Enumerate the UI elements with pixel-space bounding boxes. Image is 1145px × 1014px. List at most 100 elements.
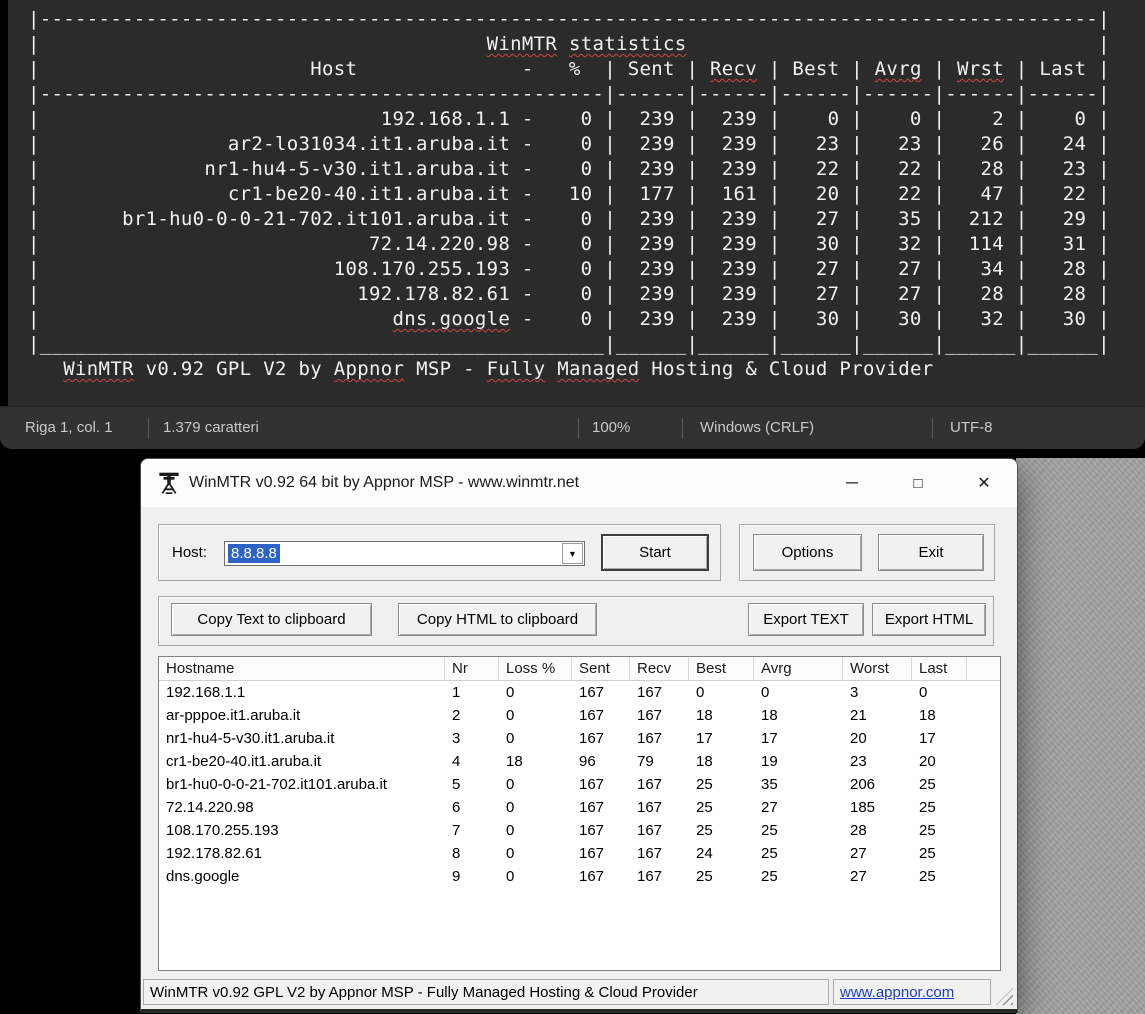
table-row[interactable]: nr1-hu4-5-v30.it1.aruba.it 3 0 167 167 17 17 20… bbox=[159, 727, 1000, 750]
copy-text-button[interactable]: Copy Text to clipboard bbox=[171, 603, 372, 636]
column-header[interactable]: Last bbox=[912, 657, 967, 681]
table-cell: 8 bbox=[452, 845, 461, 862]
column-header[interactable]: Hostname bbox=[159, 657, 445, 681]
column-header[interactable]: Worst bbox=[843, 657, 912, 681]
resize-grip[interactable] bbox=[996, 988, 1013, 1005]
table-cell: 192.178.82.61 bbox=[166, 845, 262, 862]
editor-line: |_______________________________________… bbox=[28, 333, 1110, 355]
table-cell: 185 bbox=[850, 799, 876, 816]
table-cell: 25 bbox=[919, 799, 936, 816]
winmtr-window: WinMTR v0.92 64 bit by Appnor MSP - www.… bbox=[140, 458, 1018, 1013]
table-row[interactable]: 108.170.255.193 7 0 167 167 25 25 28 25 bbox=[159, 819, 1000, 842]
editor-line: | ar2-lo31034.it1.aruba.it - 0 | 239 | 2… bbox=[28, 133, 1110, 155]
table-cell: 0 bbox=[506, 822, 515, 839]
table-cell: 20 bbox=[850, 730, 867, 747]
table-cell: 167 bbox=[579, 822, 605, 839]
cursor-position: Riga 1, col. 1 bbox=[25, 419, 113, 436]
table-cell: 17 bbox=[696, 730, 713, 747]
table-cell: 25 bbox=[696, 822, 713, 839]
table-cell: 0 bbox=[919, 684, 928, 701]
editor-line: | dns.google - 0 | 239 | 239 | 30 | 30 |… bbox=[28, 308, 1110, 330]
table-row[interactable]: cr1-be20-40.it1.aruba.it 4 18 96 79 18 19 23 20 bbox=[159, 750, 1000, 773]
table-cell: 6 bbox=[452, 799, 461, 816]
copy-html-button[interactable]: Copy HTML to clipboard bbox=[398, 603, 597, 636]
table-cell: 167 bbox=[579, 684, 605, 701]
column-header[interactable]: Loss % bbox=[499, 657, 572, 681]
editor-line: | 192.168.1.1 - 0 | 239 | 239 | 0 | 0 | … bbox=[28, 108, 1110, 130]
table-row[interactable]: ar-pppoe.it1.aruba.it 2 0 167 167 18 18 21 18 bbox=[159, 704, 1000, 727]
column-header[interactable]: Avrg bbox=[754, 657, 843, 681]
host-label: Host: bbox=[172, 544, 208, 561]
table-cell: 35 bbox=[761, 776, 778, 793]
table-cell: 24 bbox=[696, 845, 713, 862]
editor-line: | Host - % | Sent | Recv | Best | Avrg |… bbox=[28, 58, 1110, 80]
table-cell: 27 bbox=[850, 845, 867, 862]
column-header[interactable]: Best bbox=[689, 657, 754, 681]
table-cell: dns.google bbox=[166, 868, 240, 885]
table-cell: 19 bbox=[761, 753, 778, 770]
table-cell: 0 bbox=[506, 684, 515, 701]
desktop-wallpaper bbox=[1016, 458, 1145, 1014]
table-cell: 0 bbox=[506, 868, 515, 885]
table-cell: 0 bbox=[761, 684, 770, 701]
appnor-link[interactable]: www.appnor.com bbox=[840, 984, 954, 1001]
table-cell: 0 bbox=[506, 707, 515, 724]
table-cell: 20 bbox=[919, 753, 936, 770]
column-header-stub bbox=[967, 657, 1000, 681]
table-cell: br1-hu0-0-0-21-702.it101.aruba.it bbox=[166, 776, 387, 793]
table-cell: 18 bbox=[696, 753, 713, 770]
table-cell: 79 bbox=[637, 753, 654, 770]
options-button[interactable]: Options bbox=[753, 534, 862, 571]
table-cell: 167 bbox=[579, 868, 605, 885]
statusbar-text: WinMTR v0.92 GPL V2 by Appnor MSP - Full… bbox=[143, 979, 829, 1005]
minimize-button[interactable]: ─ bbox=[819, 459, 885, 507]
table-cell: 25 bbox=[761, 868, 778, 885]
exit-button[interactable]: Exit bbox=[878, 534, 984, 571]
table-cell: nr1-hu4-5-v30.it1.aruba.it bbox=[166, 730, 335, 747]
results-listview: Hostname Nr Loss % Sent Recv Best Avrg Worst Las… bbox=[158, 656, 1001, 971]
table-cell: 25 bbox=[696, 776, 713, 793]
column-header[interactable]: Nr bbox=[445, 657, 499, 681]
export-text-button[interactable]: Export TEXT bbox=[748, 603, 864, 636]
table-cell: 167 bbox=[637, 868, 663, 885]
table-cell: 167 bbox=[637, 776, 663, 793]
editor-line: | 192.178.82.61 - 0 | 239 | 239 | 27 | 2… bbox=[28, 283, 1110, 305]
table-cell: 25 bbox=[761, 822, 778, 839]
table-row[interactable]: dns.google 9 0 167 167 25 25 27 25 bbox=[159, 865, 1000, 888]
statusbar-divider bbox=[148, 418, 149, 439]
winmtr-statusbar: WinMTR v0.92 GPL V2 by Appnor MSP - Full… bbox=[143, 979, 1015, 1006]
host-combobox[interactable]: 8.8.8.8 ▼ bbox=[224, 541, 585, 566]
table-cell: 206 bbox=[850, 776, 876, 793]
column-header[interactable]: Sent bbox=[572, 657, 630, 681]
table-row[interactable]: 192.178.82.61 8 0 167 167 24 25 27 25 bbox=[159, 842, 1000, 865]
chevron-down-icon[interactable]: ▼ bbox=[562, 543, 583, 564]
zoom-level[interactable]: 100% bbox=[592, 407, 630, 449]
table-cell: 167 bbox=[637, 822, 663, 839]
column-header[interactable]: Recv bbox=[630, 657, 689, 681]
table-cell: 0 bbox=[506, 845, 515, 862]
table-cell: 167 bbox=[579, 730, 605, 747]
table-cell: 18 bbox=[506, 753, 523, 770]
close-button[interactable]: ✕ bbox=[951, 459, 1017, 507]
table-row[interactable]: 72.14.220.98 6 0 167 167 25 27 185 25 bbox=[159, 796, 1000, 819]
editor-text: |---------------------------------------… bbox=[28, 7, 1145, 382]
host-input-value[interactable]: 8.8.8.8 bbox=[228, 544, 280, 563]
table-row[interactable]: 192.168.1.1 1 0 167 167 0 0 3 0 bbox=[159, 681, 1000, 704]
table-cell: 17 bbox=[761, 730, 778, 747]
table-cell: 25 bbox=[919, 845, 936, 862]
table-cell: 17 bbox=[919, 730, 936, 747]
table-row[interactable]: br1-hu0-0-0-21-702.it101.aruba.it 5 0 167 16… bbox=[159, 773, 1000, 796]
listview-body: 192.168.1.1 1 0 167 167 0 0 3 0 ar-pppoe.it1.arub… bbox=[159, 681, 1000, 888]
table-cell: 18 bbox=[761, 707, 778, 724]
table-cell: 27 bbox=[850, 868, 867, 885]
statusbar-divider bbox=[932, 418, 933, 439]
winmtr-titlebar[interactable]: WinMTR v0.92 64 bit by Appnor MSP - www.… bbox=[141, 459, 1017, 507]
editor-line: WinMTR v0.92 GPL V2 by Appnor MSP - Full… bbox=[63, 358, 934, 380]
table-cell: 167 bbox=[637, 799, 663, 816]
export-html-button[interactable]: Export HTML bbox=[872, 603, 986, 636]
character-count: 1.379 caratteri bbox=[163, 419, 259, 436]
maximize-button[interactable]: □ bbox=[885, 459, 951, 507]
text-editor[interactable]: |---------------------------------------… bbox=[0, 0, 1145, 406]
start-button[interactable]: Start bbox=[601, 534, 709, 571]
table-cell: 108.170.255.193 bbox=[166, 822, 279, 839]
